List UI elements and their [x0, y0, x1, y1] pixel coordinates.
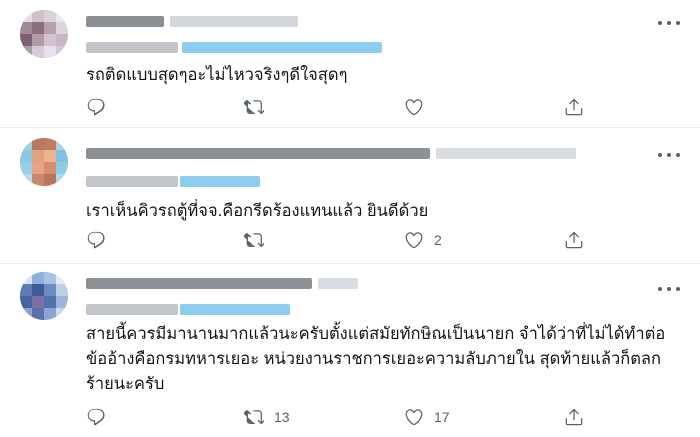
retweet-icon	[244, 230, 264, 250]
like-button[interactable]: 2	[404, 228, 442, 252]
reply-icon	[86, 97, 106, 117]
share-button[interactable]	[564, 228, 584, 252]
reply-icon	[86, 230, 106, 250]
blurred-display-name	[86, 278, 312, 289]
tweet-text-line-3: ร้ายนะครับ	[86, 375, 165, 393]
like-button[interactable]	[404, 95, 434, 119]
tweet-text-line-2: ข้ออ้างคือกรมทหารเยอะ หน่วยงานราชการเยอะ…	[86, 350, 662, 368]
blurred-reply-to-link[interactable]	[180, 176, 260, 187]
more-options-icon[interactable]	[658, 20, 680, 26]
share-icon	[564, 407, 584, 427]
blurred-reply-to-label	[86, 304, 178, 315]
share-button[interactable]	[564, 95, 584, 119]
avatar[interactable]	[20, 138, 68, 186]
tweet-text: เราเห็นคิวรถตู้ที่จจ.คือกรีดร้องแทนแล้ว …	[86, 202, 429, 220]
heart-icon	[404, 97, 424, 117]
avatar[interactable]	[20, 272, 68, 320]
blurred-reply-to-label	[86, 42, 178, 53]
blurred-handle	[436, 148, 576, 159]
reply-icon	[86, 407, 106, 427]
retweet-button[interactable]	[244, 95, 274, 119]
retweet-count: 13	[274, 409, 290, 425]
more-options-icon[interactable]	[658, 152, 680, 158]
tweet-1[interactable]: รถติดแบบสุดๆอะไม่ไหวจริงๆดีใจสุดๆ	[0, 0, 700, 128]
like-count: 17	[434, 409, 450, 425]
share-button[interactable]	[564, 405, 584, 429]
heart-icon	[404, 230, 424, 250]
blurred-reply-to-link[interactable]	[182, 42, 382, 53]
tweet-2[interactable]: เราเห็นคิวรถตู้ที่จจ.คือกรีดร้องแทนแล้ว …	[0, 128, 700, 264]
retweet-button[interactable]	[244, 228, 274, 252]
avatar[interactable]	[20, 10, 68, 58]
reply-button[interactable]	[86, 95, 116, 119]
retweet-button[interactable]: 13	[244, 405, 290, 429]
reply-button[interactable]	[86, 405, 116, 429]
more-options-icon[interactable]	[658, 286, 680, 292]
share-icon	[564, 97, 584, 117]
retweet-icon	[244, 407, 264, 427]
blurred-handle	[318, 278, 358, 289]
blurred-display-name	[86, 148, 430, 159]
share-icon	[564, 230, 584, 250]
blurred-reply-to-label	[86, 176, 178, 187]
tweet-text: รถติดแบบสุดๆอะไม่ไหวจริงๆดีใจสุดๆ	[86, 66, 348, 84]
like-button[interactable]: 17	[404, 405, 450, 429]
blurred-handle	[170, 16, 298, 27]
tweet-3[interactable]: สายนี้ควรมีมานานมากแล้วนะครับตั้งแต่สมัย…	[0, 264, 700, 437]
blurred-reply-to-link[interactable]	[180, 304, 290, 315]
reply-feed: รถติดแบบสุดๆอะไม่ไหวจริงๆดีใจสุดๆ เราเห็…	[0, 0, 700, 437]
reply-button[interactable]	[86, 228, 116, 252]
retweet-icon	[244, 97, 264, 117]
heart-icon	[404, 407, 424, 427]
blurred-display-name	[86, 16, 164, 27]
tweet-text-line-1: สายนี้ควรมีมานานมากแล้วนะครับตั้งแต่สมัย…	[86, 325, 666, 343]
